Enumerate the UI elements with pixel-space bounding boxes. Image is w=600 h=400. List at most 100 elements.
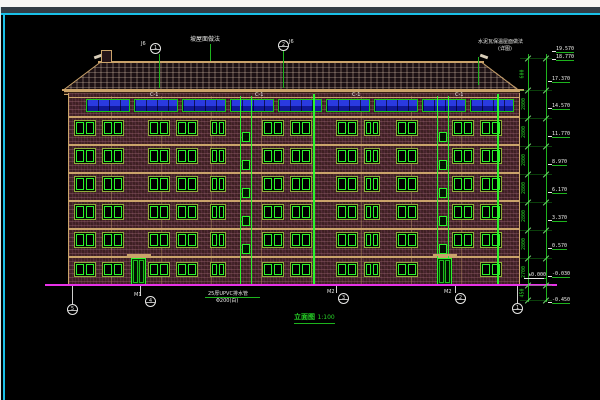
elevation-flag xyxy=(552,59,556,60)
window xyxy=(336,148,358,164)
floor-slab-line xyxy=(68,116,520,118)
window xyxy=(364,120,380,136)
window xyxy=(290,204,312,220)
grid-bubble-leader xyxy=(517,286,518,303)
window xyxy=(290,176,312,192)
grid-bubble: 5 xyxy=(67,304,78,315)
window xyxy=(74,176,96,192)
window-ground xyxy=(364,262,380,277)
rain-downpipe-right xyxy=(497,94,499,285)
window xyxy=(396,232,418,248)
grid-bubble-leader xyxy=(72,286,73,304)
floor-slab-line xyxy=(68,172,520,174)
window xyxy=(336,120,358,136)
dimension-value: 2800 xyxy=(521,126,527,138)
dim-extension-line xyxy=(520,146,552,147)
window xyxy=(148,204,170,220)
window xyxy=(336,176,358,192)
window xyxy=(262,232,284,248)
ground-right-tick xyxy=(524,278,544,279)
pipe-note-underline xyxy=(205,297,260,298)
window-ground xyxy=(176,262,198,277)
dimension-value: 2800 xyxy=(521,98,527,110)
elevation-label: 18.770 xyxy=(556,54,574,61)
window xyxy=(74,232,96,248)
detail-bubble-side-label: J6 xyxy=(141,41,146,47)
stair-window xyxy=(439,160,447,170)
elevation-flag xyxy=(548,220,552,221)
dimension-value: 2800 xyxy=(521,210,527,222)
elevation-drawing: C-1C-1C-1C-11J62J66002800280028002800280… xyxy=(0,0,600,400)
window xyxy=(74,120,96,136)
elevation-flag xyxy=(548,136,552,137)
elevation-flag xyxy=(548,164,552,165)
blue-glazing-window xyxy=(374,99,418,112)
window xyxy=(396,176,418,192)
window xyxy=(176,120,198,136)
blue-glazing-window xyxy=(86,99,130,112)
window xyxy=(336,204,358,220)
window xyxy=(148,176,170,192)
window-ground xyxy=(262,262,284,277)
blue-glazing-window xyxy=(326,99,370,112)
window xyxy=(148,148,170,164)
stair-window xyxy=(439,188,447,198)
window-type-label: C-1 xyxy=(455,92,463,98)
leader-right-note xyxy=(478,57,479,85)
dim-extension-line xyxy=(520,90,552,91)
window xyxy=(364,204,380,220)
dimension-value: 450 xyxy=(520,288,526,297)
elevation-flag xyxy=(548,192,552,193)
dim-extension-line xyxy=(520,300,552,301)
window xyxy=(176,232,198,248)
leader-mid-bubble xyxy=(283,51,284,88)
window xyxy=(396,120,418,136)
dimension-value: 2800 xyxy=(521,182,527,194)
window xyxy=(210,148,226,164)
elevation-flag xyxy=(548,108,552,109)
window xyxy=(176,176,198,192)
stair-window xyxy=(242,244,250,254)
grid-bubble-side-label: M1 xyxy=(134,292,142,298)
roof-ridge-tip-right xyxy=(480,54,489,60)
parapet-line xyxy=(68,97,520,98)
grid-bubble: 4 xyxy=(145,296,156,307)
roof-ridge-line xyxy=(98,61,484,63)
window-ground xyxy=(210,262,226,277)
elevation-label: 17.370 xyxy=(552,76,570,83)
stair-window xyxy=(439,244,447,254)
cad-drawing-canvas[interactable]: 坡屋面做法 水泥瓦保温屋面做法 (详图) 25厚UPVC排水管 Φ200(白) … xyxy=(0,0,600,400)
chimney xyxy=(101,50,112,63)
window xyxy=(210,176,226,192)
window xyxy=(102,204,124,220)
blue-glazing-window xyxy=(470,99,514,112)
window-ground xyxy=(148,262,170,277)
dim-extension-line xyxy=(520,118,552,119)
stair-window xyxy=(242,132,250,142)
elevation-label: 11.770 xyxy=(552,131,570,138)
elevation-flag xyxy=(552,51,556,52)
window xyxy=(262,148,284,164)
grid-bubble: 1 xyxy=(512,303,523,314)
window xyxy=(396,204,418,220)
leader-left-bubble xyxy=(159,54,160,88)
entrance-door-left xyxy=(131,258,146,285)
floor-slab-line xyxy=(68,228,520,230)
dim-extension-line xyxy=(520,202,552,203)
detail-bubble: 2 xyxy=(278,40,289,51)
window xyxy=(262,176,284,192)
window xyxy=(396,148,418,164)
elevation-flag xyxy=(548,81,552,82)
facade-joint-line xyxy=(361,96,362,285)
blue-glazing-window xyxy=(182,99,226,112)
window xyxy=(102,176,124,192)
elevation-label: -0.450 xyxy=(552,297,570,304)
dim-extension-line xyxy=(520,174,552,175)
blue-glazing-window xyxy=(230,99,274,112)
elevation-label: 3.370 xyxy=(552,215,567,222)
window xyxy=(452,120,474,136)
window-ground xyxy=(396,262,418,277)
window xyxy=(290,232,312,248)
floor-slab-line xyxy=(68,200,520,202)
window xyxy=(210,204,226,220)
